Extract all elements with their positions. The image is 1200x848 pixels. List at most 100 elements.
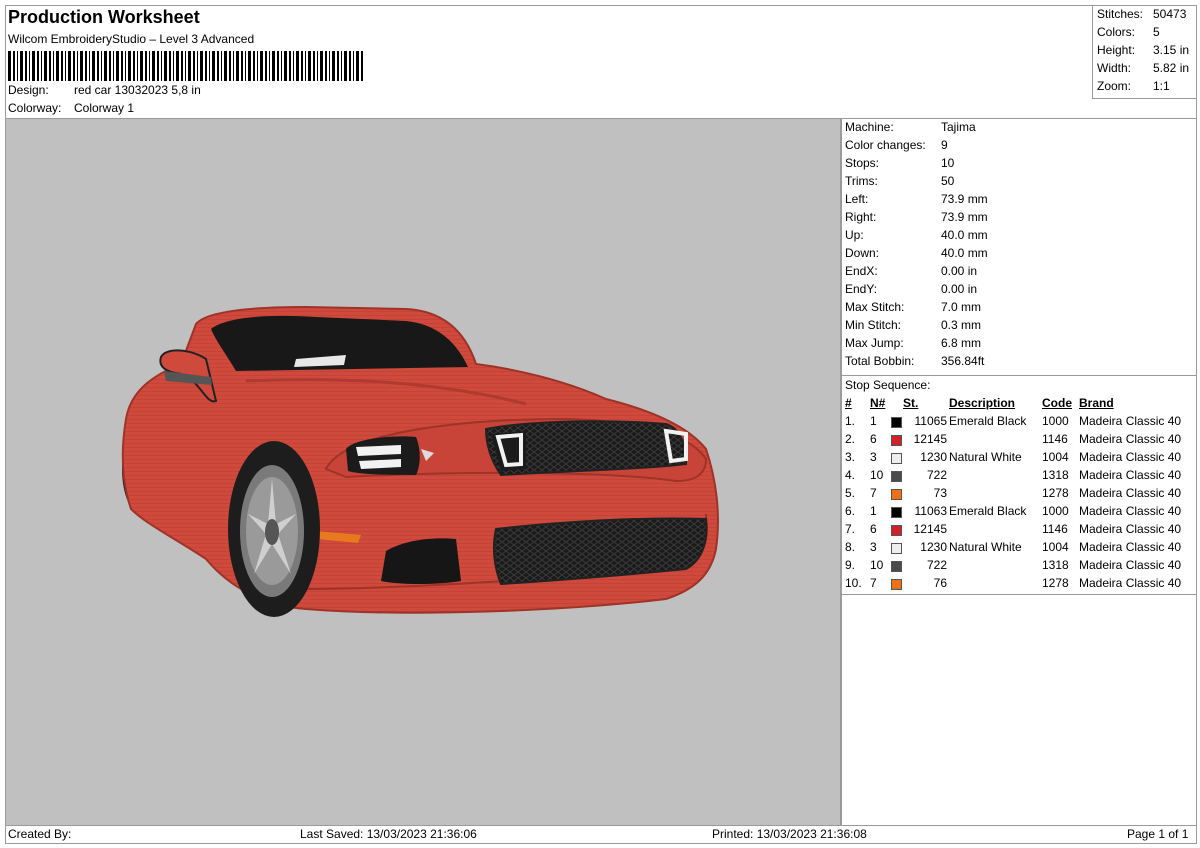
stat-stitches: Stitches: 50473 (1097, 7, 1186, 21)
row-stitches: 76 (933, 576, 947, 590)
row-description: Natural White (949, 540, 1022, 554)
stat-label: Height: (1097, 43, 1136, 57)
stop-sequence-header: # N# St. Description Code Brand (842, 396, 1196, 414)
row-description: Natural White (949, 450, 1022, 464)
machine-info-row: Left: 73.9 mm (845, 192, 988, 206)
row-needle: 1 (870, 504, 877, 518)
row-stitches: 11065 (914, 414, 947, 428)
row-stitches: 1230 (920, 450, 947, 464)
machine-info-label: Right: (845, 210, 877, 224)
table-row: 9. 10 722 1318 Madeira Classic 40 (842, 558, 1196, 576)
color-swatch (891, 471, 902, 482)
worksheet-header: Production Worksheet Wilcom EmbroiderySt… (6, 6, 1092, 118)
page-number: Page 1 of 1 (1127, 827, 1189, 841)
machine-info-label: Up: (845, 228, 864, 242)
row-index: 9. (845, 558, 856, 572)
machine-info-row: Total Bobbin: 356.84ft (845, 354, 984, 368)
page-title: Production Worksheet (8, 7, 200, 27)
machine-info-row: Down: 40.0 mm (845, 246, 988, 260)
machine-info-value: 0.00 in (941, 282, 978, 296)
table-row: 6. 1 11063 Emerald Black 1000 Madeira Classic… (842, 504, 1196, 522)
stat-value: 5.82 in (1153, 61, 1190, 75)
design-label: Design: (8, 83, 49, 97)
row-code: 1278 (1042, 486, 1069, 500)
stats-box: Stitches: 50473 Colors: 5 Height: 3.15 in W… (1092, 6, 1197, 99)
header-stitches: St. (903, 396, 919, 410)
machine-info-label: Machine: (845, 120, 894, 134)
machine-info-value: 40.0 mm (941, 246, 988, 260)
machine-info-value: 0.3 mm (941, 318, 982, 332)
row-needle: 1 (870, 414, 877, 428)
header-needle: N# (870, 396, 886, 410)
row-code: 1004 (1042, 450, 1069, 464)
design-value: red car 13032023 5,8 in (74, 83, 201, 97)
color-swatch (891, 507, 902, 518)
row-code: 1000 (1042, 504, 1069, 518)
row-stitches: 722 (926, 468, 947, 482)
row-description: Emerald Black (949, 504, 1027, 518)
row-brand: Madeira Classic 40 (1079, 468, 1182, 482)
table-row: 1. 1 11065 Emerald Black 1000 Madeira Classic… (842, 414, 1196, 432)
color-swatch (891, 453, 902, 464)
row-brand: Madeira Classic 40 (1079, 414, 1182, 428)
section-divider (842, 375, 1196, 376)
row-needle: 7 (870, 486, 877, 500)
machine-info-label: Max Stitch: (845, 300, 905, 314)
color-swatch (891, 435, 902, 446)
machine-info-row: Max Jump: 6.8 mm (845, 336, 981, 350)
row-stitches: 12145 (913, 522, 947, 536)
row-index: 7. (845, 522, 856, 536)
row-code: 1318 (1042, 558, 1069, 572)
stat-label: Zoom: (1097, 79, 1132, 93)
machine-info-row: Machine: Tajima (845, 120, 976, 134)
machine-info-value: 0.00 in (941, 264, 978, 278)
row-needle: 3 (870, 450, 877, 464)
table-row: 8. 3 1230 Natural White 1004 Madeira Classic … (842, 540, 1196, 558)
section-divider (842, 594, 1196, 595)
stat-label: Colors: (1097, 25, 1136, 39)
stat-zoom: Zoom: 1:1 (1097, 79, 1170, 93)
machine-info-label: Trims: (845, 174, 878, 188)
machine-info-label: EndY: (845, 282, 878, 296)
colorway-row: Colorway: Colorway 1 (8, 101, 134, 115)
row-code: 1278 (1042, 576, 1069, 590)
machine-info-row: Up: 40.0 mm (845, 228, 988, 242)
row-code: 1318 (1042, 468, 1069, 482)
row-index: 1. (845, 414, 856, 428)
machine-info-value: 9 (941, 138, 948, 152)
row-index: 5. (845, 486, 856, 500)
machine-info-panel: Machine: Tajima Color changes: 9 Stops: 10 Tri… (842, 119, 1196, 825)
barcode-image (8, 51, 363, 81)
machine-info-row: Max Stitch: 7.0 mm (845, 300, 981, 314)
created-by: Created By: (8, 827, 72, 841)
row-brand: Madeira Classic 40 (1079, 486, 1182, 500)
color-swatch (891, 543, 902, 554)
row-brand: Madeira Classic 40 (1079, 576, 1182, 590)
colorway-value: Colorway 1 (74, 101, 135, 115)
stat-value: 5 (1153, 25, 1160, 39)
stat-width: Width: 5.82 in (1097, 61, 1189, 75)
printed-date: Printed: 13/03/2023 21:36:08 (712, 827, 867, 841)
worksheet: Production Worksheet Wilcom EmbroiderySt… (5, 5, 1197, 844)
last-saved: Last Saved: 13/03/2023 21:36:06 (300, 827, 477, 841)
design-preview-canvas (6, 119, 840, 825)
machine-info-label: Left: (845, 192, 869, 206)
machine-info-label: Max Jump: (845, 336, 904, 350)
color-swatch (891, 579, 902, 590)
machine-info-value: 50 (941, 174, 955, 188)
machine-info-value: 73.9 mm (941, 192, 988, 206)
stat-value: 1:1 (1153, 79, 1170, 93)
row-description: Emerald Black (949, 414, 1027, 428)
machine-info-row: Stops: 10 (845, 156, 954, 170)
header-index: # (845, 396, 852, 410)
row-stitches: 73 (933, 486, 947, 500)
red-car-embroidery-image (121, 305, 719, 617)
table-row: 2. 6 12145 1146 Madeira Classic 40 (842, 432, 1196, 450)
header-brand: Brand (1079, 396, 1114, 410)
header-code: Code (1042, 396, 1072, 410)
row-code: 1000 (1042, 414, 1069, 428)
stat-height: Height: 3.15 in (1097, 43, 1189, 57)
row-index: 8. (845, 540, 856, 554)
machine-info-value: 73.9 mm (941, 210, 988, 224)
table-row: 5. 7 73 1278 Madeira Classic 40 (842, 486, 1196, 504)
